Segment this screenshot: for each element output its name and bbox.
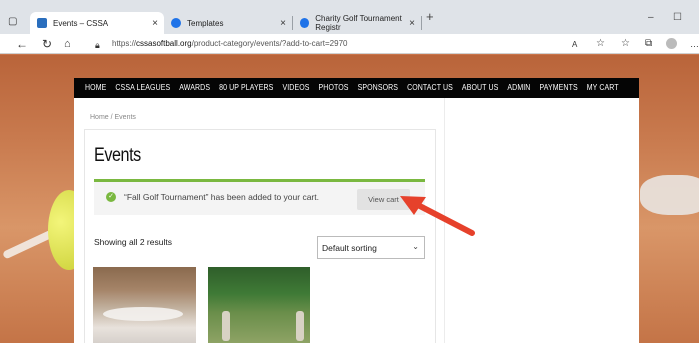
- edge-favicon-icon: [300, 18, 310, 28]
- profile-avatar[interactable]: [666, 38, 677, 49]
- tab-charity-golf[interactable]: Charity Golf Tournament Registr ×: [293, 12, 421, 34]
- nav-item-contact-us[interactable]: CONTACT US: [407, 84, 453, 92]
- close-icon[interactable]: ×: [409, 18, 415, 29]
- tab-templates[interactable]: Templates ×: [164, 12, 292, 34]
- site-favicon-icon: [37, 18, 47, 28]
- edge-favicon-icon: [171, 18, 181, 28]
- page-title: Events: [94, 145, 141, 166]
- close-icon[interactable]: ×: [280, 18, 286, 29]
- minimize-icon[interactable]: –: [648, 12, 654, 23]
- notice-message: “Fall Golf Tournament” has been added to…: [124, 192, 319, 202]
- close-icon[interactable]: ×: [152, 18, 158, 29]
- tab-label: Templates: [187, 18, 224, 28]
- tab-events[interactable]: Events – CSSA ×: [30, 12, 164, 34]
- favorite-star-icon[interactable]: ☆: [596, 36, 605, 52]
- read-aloud-icon[interactable]: A: [572, 37, 577, 53]
- cart-notice: ✓ “Fall Golf Tournament” has been added …: [94, 179, 425, 215]
- product-image-banquet[interactable]: [93, 267, 196, 343]
- new-tab-button[interactable]: +: [426, 9, 434, 24]
- nav-item-home[interactable]: HOME: [85, 84, 106, 92]
- red-arrow-annotation: [400, 196, 475, 236]
- back-icon[interactable]: ←: [16, 36, 28, 52]
- main-nav: HOME CSSA LEAGUES AWARDS 80 UP PLAYERS V…: [74, 78, 639, 98]
- maximize-icon[interactable]: ☐: [673, 12, 682, 23]
- more-icon[interactable]: …: [690, 36, 699, 52]
- browser-tab-bar: ▢ Events – CSSA × Templates × Charity Go…: [0, 0, 699, 34]
- nav-item-sponsors[interactable]: SPONSORS: [358, 84, 398, 92]
- chevron-down-icon: ⌄: [412, 242, 419, 251]
- url-prefix: https://: [112, 39, 137, 48]
- checkmark-icon: ✓: [106, 192, 116, 202]
- nav-item-photos[interactable]: PHOTOS: [319, 84, 349, 92]
- tab-label: Charity Golf Tournament Registr: [315, 14, 402, 32]
- nav-item-my-cart[interactable]: MY CART: [587, 84, 619, 92]
- lock-icon: 🔒︎: [95, 40, 100, 50]
- nav-item-videos[interactable]: VIDEOS: [282, 84, 309, 92]
- url-host: cssasoftball.org: [136, 39, 192, 48]
- nav-item-80-up-players[interactable]: 80 UP PLAYERS: [219, 84, 273, 92]
- tab-separator: [421, 16, 422, 30]
- collections-icon[interactable]: ⧉: [645, 36, 652, 52]
- refresh-icon[interactable]: ↻: [42, 36, 52, 52]
- sort-select[interactable]: Default sorting ⌄: [317, 236, 425, 259]
- nav-item-payments[interactable]: PAYMENTS: [539, 84, 577, 92]
- home-icon[interactable]: ⌂: [64, 36, 71, 52]
- address-bar[interactable]: https://cssasoftball.org/product-categor…: [112, 36, 347, 52]
- nav-item-admin[interactable]: ADMIN: [507, 84, 530, 92]
- nav-item-about-us[interactable]: ABOUT US: [462, 84, 498, 92]
- nav-item-awards[interactable]: AWARDS: [179, 84, 210, 92]
- breadcrumb[interactable]: Home / Events: [90, 114, 136, 121]
- product-image-golf[interactable]: [208, 267, 310, 343]
- tab-actions-icon[interactable]: ▢: [8, 14, 17, 30]
- tab-label: Events – CSSA: [53, 18, 109, 28]
- nav-item-cssa-leagues[interactable]: CSSA LEAGUES: [115, 84, 170, 92]
- browser-toolbar: ← ↻ ⌂ 🔒︎ https://cssasoftball.org/produc…: [0, 34, 699, 54]
- url-path: /product-category/events/?add-to-cart=29…: [191, 39, 348, 48]
- favorites-icon[interactable]: ☆: [621, 36, 630, 52]
- base-plate: [640, 175, 699, 215]
- sort-selected-value: Default sorting: [322, 243, 377, 253]
- results-count: Showing all 2 results: [94, 237, 172, 247]
